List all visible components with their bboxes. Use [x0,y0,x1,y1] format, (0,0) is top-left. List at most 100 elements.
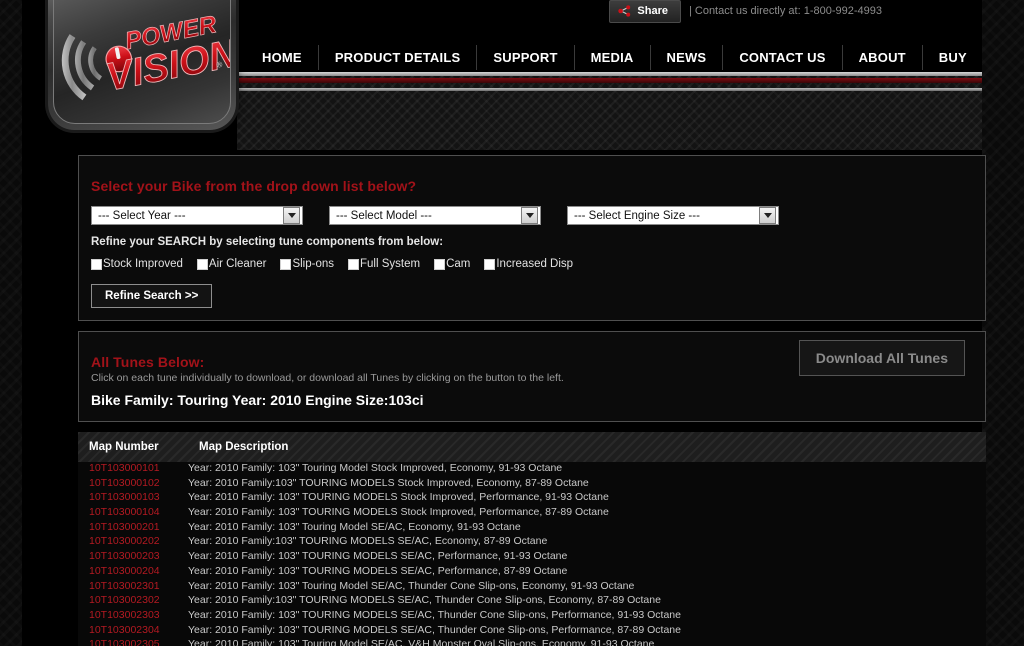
header-texture [237,72,982,150]
map-description: Year: 2010 Family: 103" TOURING MODELS S… [188,564,568,577]
map-description: Year: 2010 Family: 103" Touring Model SE… [188,579,635,592]
content-column: POWER VISION ® Share | Contact us direct… [22,0,986,646]
refine-instruction-label: Refine your SEARCH by selecting tune com… [91,236,444,248]
nav-item-news[interactable]: NEWS [651,45,724,70]
checkbox-box-icon[interactable] [484,258,496,270]
table-row[interactable]: 10T103000204 Year: 2010 Family: 103" TOUR… [78,565,986,580]
map-number-link[interactable]: 10T103000101 [78,462,188,474]
map-description: Year: 2010 Family: 103" Touring Model SE… [188,638,655,646]
map-description: Year: 2010 Family: 103" TOURING MODELS S… [188,623,681,636]
map-description: Year: 2010 Family: 103" Touring Model St… [188,462,563,474]
checkbox-label: Cam [446,258,471,270]
chevron-down-icon[interactable] [521,207,538,224]
all-tunes-subtext: Click on each tune individually to downl… [91,372,564,384]
map-number-link[interactable]: 10T103000201 [78,521,188,533]
share-bar: Share | Contact us directly at: 1-800-99… [609,0,882,23]
select-year-value: --- Select Year --- [98,209,186,222]
nav-item-contact-us[interactable]: CONTACT US [723,45,843,70]
checkbox-box-icon[interactable] [196,258,208,270]
refine-search-button[interactable]: Refine Search >> [91,284,213,308]
map-description: Year: 2010 Family:103" TOURING MODELS St… [188,476,589,489]
logo-plate-inner: POWER VISION ® [53,0,231,124]
checkbox-box-icon[interactable] [348,258,359,270]
search-panel-heading: Select your Bike from the drop down list… [91,178,417,194]
table-row[interactable]: 10T103000201 Year: 2010 Family: 103" Tour… [78,521,986,536]
main-navigation: HOME PRODUCT DETAILS SUPPORT MEDIA NEWS … [248,45,981,70]
table-row[interactable]: 10T103000202 Year: 2010 Family:103" TOURI… [78,535,986,550]
column-header-map-description: Map Description [199,441,289,453]
checkbox-label: Air Cleaner [208,258,267,270]
select-engine-size-value: --- Select Engine Size --- [574,209,700,222]
nav-item-media[interactable]: MEDIA [575,45,651,70]
map-number-link[interactable]: 10T103000102 [78,477,188,489]
checkbox-box-icon[interactable] [91,258,102,270]
select-model-value: --- Select Model --- [336,209,432,222]
map-description: Year: 2010 Family: 103" TOURING MODELS S… [188,550,568,563]
all-tunes-panel: All Tunes Below: Click on each tune indi… [78,331,986,422]
header-stripe-silver-top [237,72,982,76]
table-row[interactable]: 10T103000104 Year: 2010 Family: 103" TOUR… [78,506,986,521]
map-number-link[interactable]: 10T103000204 [78,565,188,577]
map-number-link[interactable]: 10T103000202 [78,535,188,547]
chevron-down-icon[interactable] [283,207,300,224]
table-body: 10T103000101 Year: 2010 Family: 103" Tour… [78,462,986,646]
nav-item-home[interactable]: HOME [248,45,319,70]
checkbox-air-cleaner[interactable]: Air Cleaner [196,258,267,270]
checkbox-full-system[interactable]: Full System [348,258,420,270]
map-number-link[interactable]: 10T103000203 [78,550,188,562]
table-row[interactable]: 10T103000203 Year: 2010 Family: 103" TOUR… [78,550,986,565]
site-logo[interactable]: POWER VISION ® [48,0,236,130]
map-number-link[interactable]: 10T103002301 [78,580,188,592]
checkbox-label: Full System [360,258,421,270]
select-model[interactable]: --- Select Model --- [329,206,541,225]
map-number-link[interactable]: 10T103002303 [78,609,188,621]
tunes-table: Map Number Map Description 10T103000101 Y… [78,432,986,646]
map-number-link[interactable]: 10T103000104 [78,506,188,518]
table-row[interactable]: 10T103002305 Year: 2010 Family: 103" Tour… [78,638,986,646]
table-row[interactable]: 10T103002301 Year: 2010 Family: 103" Tour… [78,580,986,595]
download-all-tunes-button[interactable]: Download All Tunes [798,340,965,376]
checkbox-label: Increased Disp [496,258,574,270]
table-row[interactable]: 10T103000103 Year: 2010 Family: 103" TOUR… [78,491,986,506]
checkbox-box-icon[interactable] [434,258,446,270]
power-vision-logo-art: POWER VISION ® [61,11,230,101]
header-stripe-red [237,78,982,83]
map-number-link[interactable]: 10T103002304 [78,624,188,636]
contact-text: | Contact us directly at: 1-800-992-4993 [688,5,882,17]
all-tunes-heading: All Tunes Below: [91,354,205,370]
tune-component-checkbox-row: Stock Improved Air Cleaner Slip-ons Full… [91,258,587,270]
checkbox-slip-ons[interactable]: Slip-ons [280,258,334,270]
checkbox-cam[interactable]: Cam [434,258,470,270]
chevron-down-icon[interactable] [759,207,776,224]
checkbox-stock-improved[interactable]: Stock Improved [91,258,183,270]
nav-item-buy[interactable]: BUY [923,45,981,70]
table-row[interactable]: 10T103002302 Year: 2010 Family:103" TOURI… [78,594,986,609]
table-row[interactable]: 10T103000101 Year: 2010 Family: 103" Tour… [78,462,986,477]
nav-item-product-details[interactable]: PRODUCT DETAILS [319,45,478,70]
share-nodes-icon [618,4,631,17]
table-row[interactable]: 10T103002304 Year: 2010 Family: 103" TOUR… [78,624,986,639]
nav-item-support[interactable]: SUPPORT [477,45,575,70]
header-stripe-silver-bottom [237,88,982,91]
checkbox-label: Slip-ons [292,258,334,270]
checkbox-label: Stock Improved [103,258,183,270]
bike-search-panel: Select your Bike from the drop down list… [78,155,986,321]
checkbox-increased-disp[interactable]: Increased Disp [484,258,573,270]
share-button-label: Share [637,4,668,17]
table-row[interactable]: 10T103000102 Year: 2010 Family:103" TOURI… [78,477,986,492]
page-root: POWER VISION ® Share | Contact us direct… [0,0,1024,646]
select-engine-size[interactable]: --- Select Engine Size --- [567,206,779,225]
map-description: Year: 2010 Family: 103" TOURING MODELS S… [188,608,681,621]
map-number-link[interactable]: 10T103002305 [78,638,188,646]
select-year[interactable]: --- Select Year --- [91,206,303,225]
select-row: --- Select Year --- --- Select Model ---… [91,206,779,225]
map-description: Year: 2010 Family: 103" TOURING MODELS S… [188,491,609,504]
checkbox-box-icon[interactable] [280,258,292,270]
map-description: Year: 2010 Family: 103" TOURING MODELS S… [188,506,609,519]
share-button[interactable]: Share [609,0,681,23]
nav-item-about[interactable]: ABOUT [843,45,923,70]
map-number-link[interactable]: 10T103002302 [78,594,188,606]
map-description: Year: 2010 Family: 103" Touring Model SE… [188,520,521,533]
map-number-link[interactable]: 10T103000103 [78,491,188,503]
table-row[interactable]: 10T103002303 Year: 2010 Family: 103" TOUR… [78,609,986,624]
